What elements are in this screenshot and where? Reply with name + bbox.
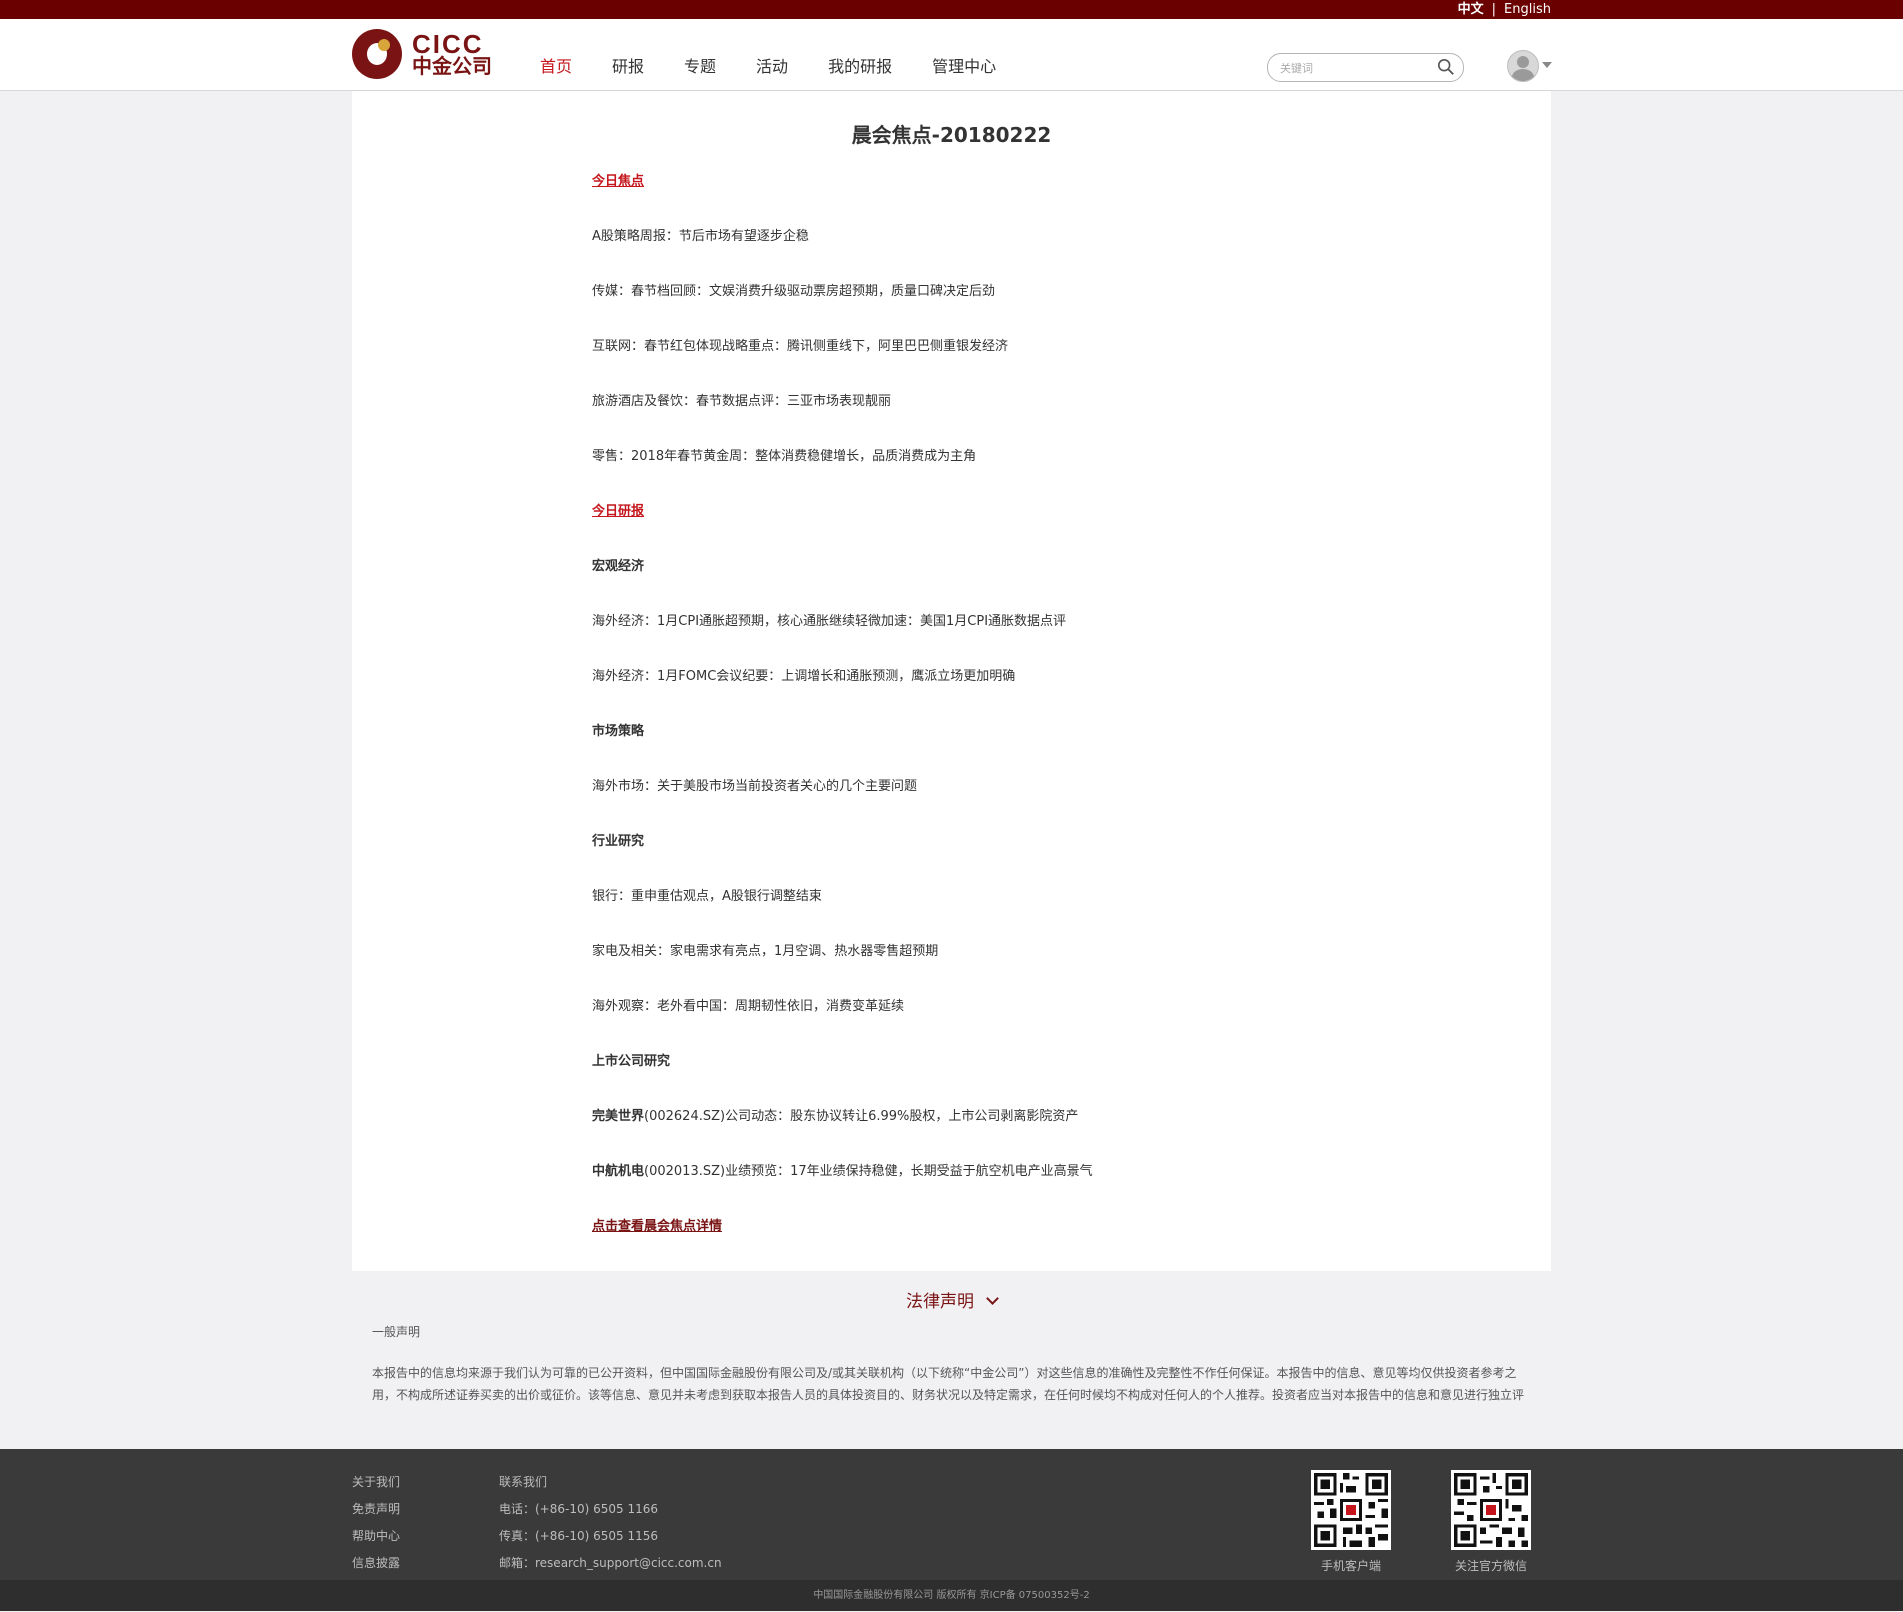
article-item-text: (002013.SZ)业绩预览：17年业绩保持稳健，长期受益于航空机电产业高景气	[644, 1164, 1093, 1179]
chevron-down-icon[interactable]	[1542, 62, 1552, 68]
search-icon[interactable]	[1437, 58, 1455, 76]
nav-events[interactable]: 活动	[756, 56, 788, 78]
article-item[interactable]: 银行：重申重估观点，A股银行调整结束	[592, 888, 1372, 943]
lang-en-link[interactable]: English	[1504, 2, 1551, 17]
qr-code-app-icon	[1311, 1470, 1391, 1550]
logo-text-cn: 中金公司	[412, 54, 492, 78]
section-heading-reports: 今日研报	[592, 504, 645, 519]
footer-fax: 传真：(+86-10) 6505 1156	[499, 1529, 658, 1543]
article-item[interactable]: 完美世界(002624.SZ)公司动态：股东协议转让6.99%股权，上市公司剥离…	[592, 1108, 1372, 1163]
cicc-logo[interactable]: CICC 中金公司	[352, 29, 502, 85]
article-title: 晨会焦点-20180222	[851, 123, 1052, 147]
nav-topics[interactable]: 专题	[684, 56, 716, 78]
view-details-link[interactable]: 点击查看晨会焦点详情	[592, 1218, 1372, 1273]
top-bar: 中文 | English	[0, 0, 1903, 19]
footer-link-disclaimer[interactable]: 免责声明	[352, 1496, 400, 1523]
qr-app-label: 手机客户端	[1320, 1559, 1381, 1573]
category-heading: 行业研究	[592, 834, 645, 849]
article-item[interactable]: 零售：2018年春节黄金周：整体消费稳健增长，品质消费成为主角	[592, 448, 1372, 503]
header: CICC 中金公司 首页 研报 专题 活动 我的研报 管理中心	[0, 19, 1903, 91]
language-switch: 中文 | English	[1458, 1, 1551, 18]
footer-contact: 联系我们 电话：(+86-10) 6505 1166 传真：(+86-10) 6…	[499, 1469, 722, 1577]
logo-mark-icon	[352, 29, 402, 79]
legal-text: 本报告中的信息均来源于我们认为可靠的已公开资料，但中国国际金融股份有限公司及/或…	[372, 1366, 1525, 1402]
category-heading: 宏观经济	[592, 559, 645, 574]
article-item[interactable]: 传媒：春节档回顾：文娱消费升级驱动票房超预期，质量口碑决定后劲	[592, 283, 1372, 338]
article-item-text: (002624.SZ)公司动态：股东协议转让6.99%股权，上市公司剥离影院资产	[644, 1109, 1079, 1124]
footer-link-help[interactable]: 帮助中心	[352, 1523, 400, 1550]
copyright: 中国国际金融股份有限公司 版权所有 京ICP备 07500352号-2	[0, 1580, 1903, 1611]
category-heading: 市场策略	[592, 724, 645, 739]
qr-code-wechat-icon	[1451, 1470, 1531, 1550]
nav-research[interactable]: 研报	[612, 56, 644, 78]
user-avatar-icon[interactable]	[1507, 50, 1539, 82]
article-item[interactable]: A股策略周报：节后市场有望逐步企稳	[592, 228, 1372, 283]
footer-link-about[interactable]: 关于我们	[352, 1469, 400, 1496]
chevron-down-icon	[986, 1292, 999, 1305]
section-heading-focus: 今日焦点	[592, 174, 645, 189]
article-item[interactable]: 海外经济：1月FOMC会议纪要：上调增长和通胀预测，鹰派立场更加明确	[592, 668, 1372, 723]
footer-phone: 电话：(+86-10) 6505 1166	[499, 1502, 658, 1516]
article-item[interactable]: 中航机电(002013.SZ)业绩预览：17年业绩保持稳健，长期受益于航空机电产…	[592, 1163, 1372, 1218]
article-item[interactable]: 海外经济：1月CPI通胀超预期，核心通胀继续轻微加速：美国1月CPI通胀数据点评	[592, 613, 1372, 668]
footer: 关于我们 免责声明 帮助中心 信息披露 联系我们 电话：(+86-10) 650…	[0, 1449, 1903, 1580]
legal-toggle[interactable]: 法律声明	[0, 1287, 1903, 1312]
company-name: 完美世界	[592, 1109, 645, 1124]
article-body: 今日焦点 A股策略周报：节后市场有望逐步企稳 传媒：春节档回顾：文娱消费升级驱动…	[592, 173, 1372, 1273]
nav-home[interactable]: 首页	[540, 56, 572, 78]
article-panel: 晨会焦点-20180222 今日焦点 A股策略周报：节后市场有望逐步企稳 传媒：…	[352, 91, 1551, 1271]
search-box	[1267, 53, 1464, 82]
article-item[interactable]: 旅游酒店及餐饮：春节数据点评：三亚市场表现靓丽	[592, 393, 1372, 448]
qr-wechat-label: 关注官方微信	[1454, 1559, 1527, 1573]
company-name: 中航机电	[592, 1164, 645, 1179]
nav-my-research[interactable]: 我的研报	[828, 56, 892, 78]
nav-management[interactable]: 管理中心	[932, 56, 996, 78]
lang-separator: |	[1491, 2, 1497, 17]
article-item[interactable]: 海外市场：关于美股市场当前投资者关心的几个主要问题	[592, 778, 1372, 833]
category-heading: 上市公司研究	[592, 1054, 671, 1069]
footer-link-disclosure[interactable]: 信息披露	[352, 1550, 400, 1577]
article-item[interactable]: 海外观察：老外看中国：周期韧性依旧，消费变革延续	[592, 998, 1372, 1053]
lang-zh-link[interactable]: 中文	[1458, 2, 1484, 17]
article-item[interactable]: 家电及相关：家电需求有亮点，1月空调、热水器零售超预期	[592, 943, 1372, 998]
footer-contact-heading[interactable]: 联系我们	[499, 1469, 722, 1496]
article-item[interactable]: 互联网：春节红包体现战略重点：腾讯侧重线下，阿里巴巴侧重银发经济	[592, 338, 1372, 393]
main-nav: 首页 研报 专题 活动 我的研报 管理中心	[540, 56, 1036, 78]
legal-subheading: 一般声明	[372, 1325, 421, 1339]
search-input[interactable]	[1278, 58, 1432, 78]
legal-title: 法律声明	[906, 1292, 974, 1312]
footer-links: 关于我们 免责声明 帮助中心 信息披露	[352, 1469, 400, 1577]
footer-email[interactable]: 邮箱：research_support@cicc.com.cn	[499, 1550, 722, 1577]
